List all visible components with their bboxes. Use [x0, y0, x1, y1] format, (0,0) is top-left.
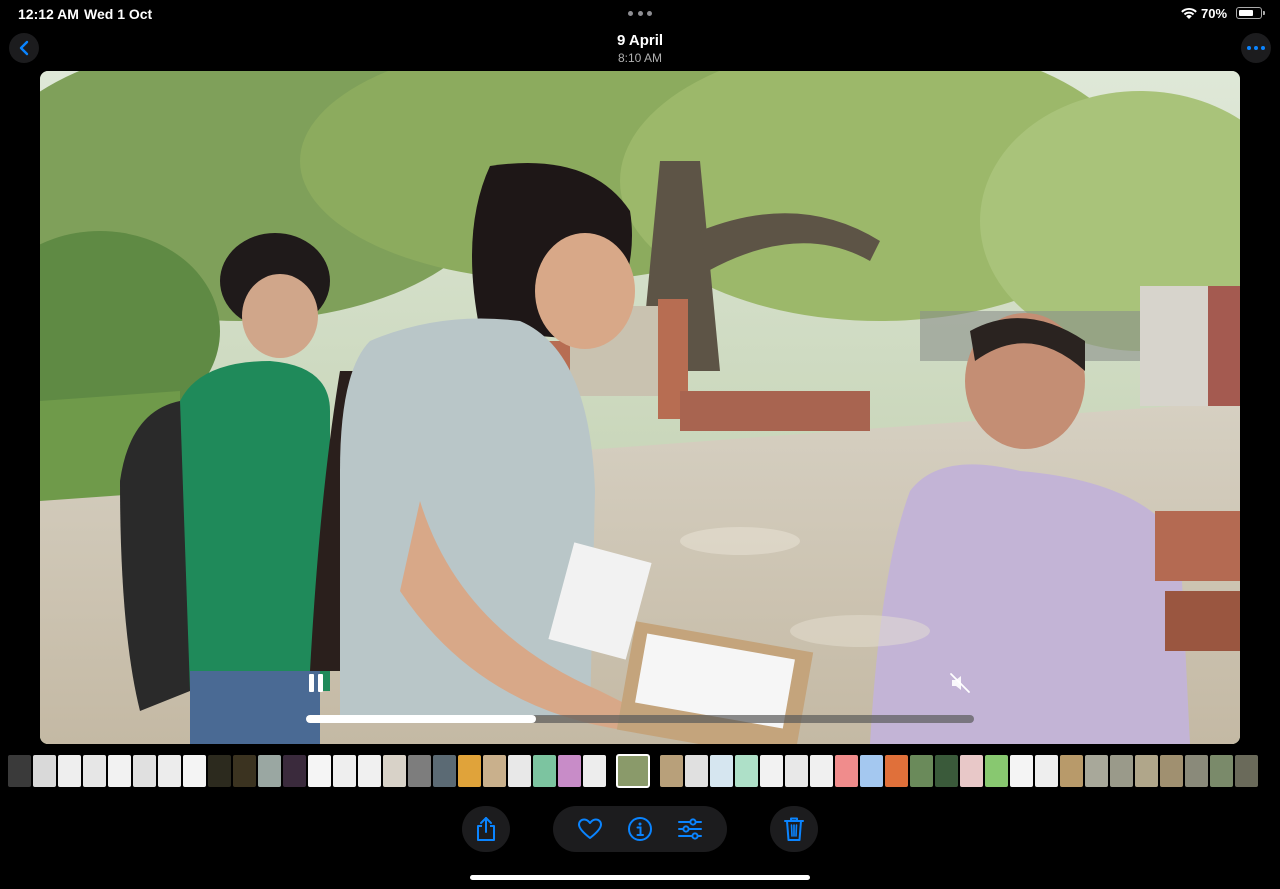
info-icon — [628, 817, 652, 841]
favorite-button[interactable] — [570, 809, 610, 849]
share-button[interactable] — [462, 806, 510, 852]
thumbnail[interactable] — [810, 755, 833, 787]
wifi-icon — [1181, 7, 1197, 19]
thumbnail[interactable] — [660, 755, 683, 787]
thumbnail[interactable] — [583, 755, 606, 787]
thumbnail-strip[interactable] — [8, 754, 1272, 788]
thumbnail[interactable] — [985, 755, 1008, 787]
video-viewer[interactable] — [40, 71, 1240, 744]
thumbnail[interactable] — [1235, 755, 1258, 787]
trash-icon — [784, 817, 804, 841]
battery-level — [1238, 9, 1253, 16]
thumbnail[interactable] — [710, 755, 733, 787]
chevron-left-icon — [19, 40, 29, 56]
home-indicator[interactable] — [470, 875, 810, 880]
thumbnail[interactable] — [183, 755, 206, 787]
thumbnail[interactable] — [1135, 755, 1158, 787]
thumbnail[interactable] — [1110, 755, 1133, 787]
thumbnail[interactable] — [8, 755, 31, 787]
thumbnail[interactable] — [258, 755, 281, 787]
thumbnail[interactable] — [935, 755, 958, 787]
thumbnail[interactable] — [133, 755, 156, 787]
thumbnail[interactable] — [1085, 755, 1108, 787]
thumbnail[interactable] — [208, 755, 231, 787]
thumbnail[interactable] — [458, 755, 481, 787]
battery-icon — [1236, 7, 1262, 19]
thumbnail[interactable] — [58, 755, 81, 787]
status-bar: 12:12 AM Wed 1 Oct 70% — [0, 0, 1280, 26]
thumbnail[interactable] — [283, 755, 306, 787]
thumbnail[interactable] — [1060, 755, 1083, 787]
photo-time-subtitle: 8:10 AM — [617, 51, 663, 65]
thumbnail[interactable] — [885, 755, 908, 787]
thumbnail[interactable] — [760, 755, 783, 787]
thumbnail[interactable] — [685, 755, 708, 787]
thumbnail[interactable] — [358, 755, 381, 787]
thumbnail[interactable] — [910, 755, 933, 787]
thumbnail[interactable] — [558, 755, 581, 787]
status-date: Wed 1 Oct — [84, 6, 153, 22]
thumbnail[interactable] — [1010, 755, 1033, 787]
info-button[interactable] — [620, 809, 660, 849]
thumbnail[interactable] — [333, 755, 356, 787]
delete-button[interactable] — [770, 806, 818, 852]
thumbnail[interactable] — [383, 755, 406, 787]
thumbnail[interactable] — [960, 755, 983, 787]
battery-tip — [1263, 11, 1265, 15]
speaker-muted-icon[interactable] — [948, 671, 972, 695]
ellipsis-icon — [1247, 46, 1265, 50]
thumbnail[interactable] — [533, 755, 556, 787]
photo-date-title: 9 April — [616, 32, 664, 49]
thumbnail[interactable] — [33, 755, 56, 787]
thumbnail[interactable] — [1160, 755, 1183, 787]
adjust-button[interactable] — [670, 809, 710, 849]
pause-button[interactable] — [306, 672, 326, 694]
thumbnail[interactable] — [1035, 755, 1058, 787]
thumbnail[interactable] — [785, 755, 808, 787]
battery-percent: 70% — [1201, 6, 1228, 21]
thumbnail[interactable] — [860, 755, 883, 787]
thumbnail[interactable] — [408, 755, 431, 787]
multitasking-dots-icon[interactable] — [628, 11, 652, 16]
photo-actions-group — [553, 806, 727, 852]
video-frame-image — [40, 71, 1240, 744]
thumbnail[interactable] — [508, 755, 531, 787]
thumbnail[interactable] — [83, 755, 106, 787]
thumbnail[interactable] — [835, 755, 858, 787]
thumbnail[interactable] — [433, 755, 456, 787]
video-progress-fill — [306, 715, 537, 723]
heart-icon — [578, 818, 602, 839]
video-scrubber[interactable] — [306, 715, 974, 723]
thumbnail[interactable] — [108, 755, 131, 787]
thumbnail[interactable] — [1210, 755, 1233, 787]
thumbnail[interactable] — [483, 755, 506, 787]
share-icon — [477, 817, 495, 841]
thumbnail-current[interactable] — [616, 754, 650, 788]
thumbnail[interactable] — [308, 755, 331, 787]
more-button[interactable] — [1241, 33, 1271, 63]
status-time: 12:12 AM — [18, 6, 79, 22]
thumbnail[interactable] — [158, 755, 181, 787]
thumbnail[interactable] — [735, 755, 758, 787]
sliders-icon — [678, 818, 702, 840]
thumbnail[interactable] — [233, 755, 256, 787]
thumbnail[interactable] — [1185, 755, 1208, 787]
back-button[interactable] — [9, 33, 39, 63]
